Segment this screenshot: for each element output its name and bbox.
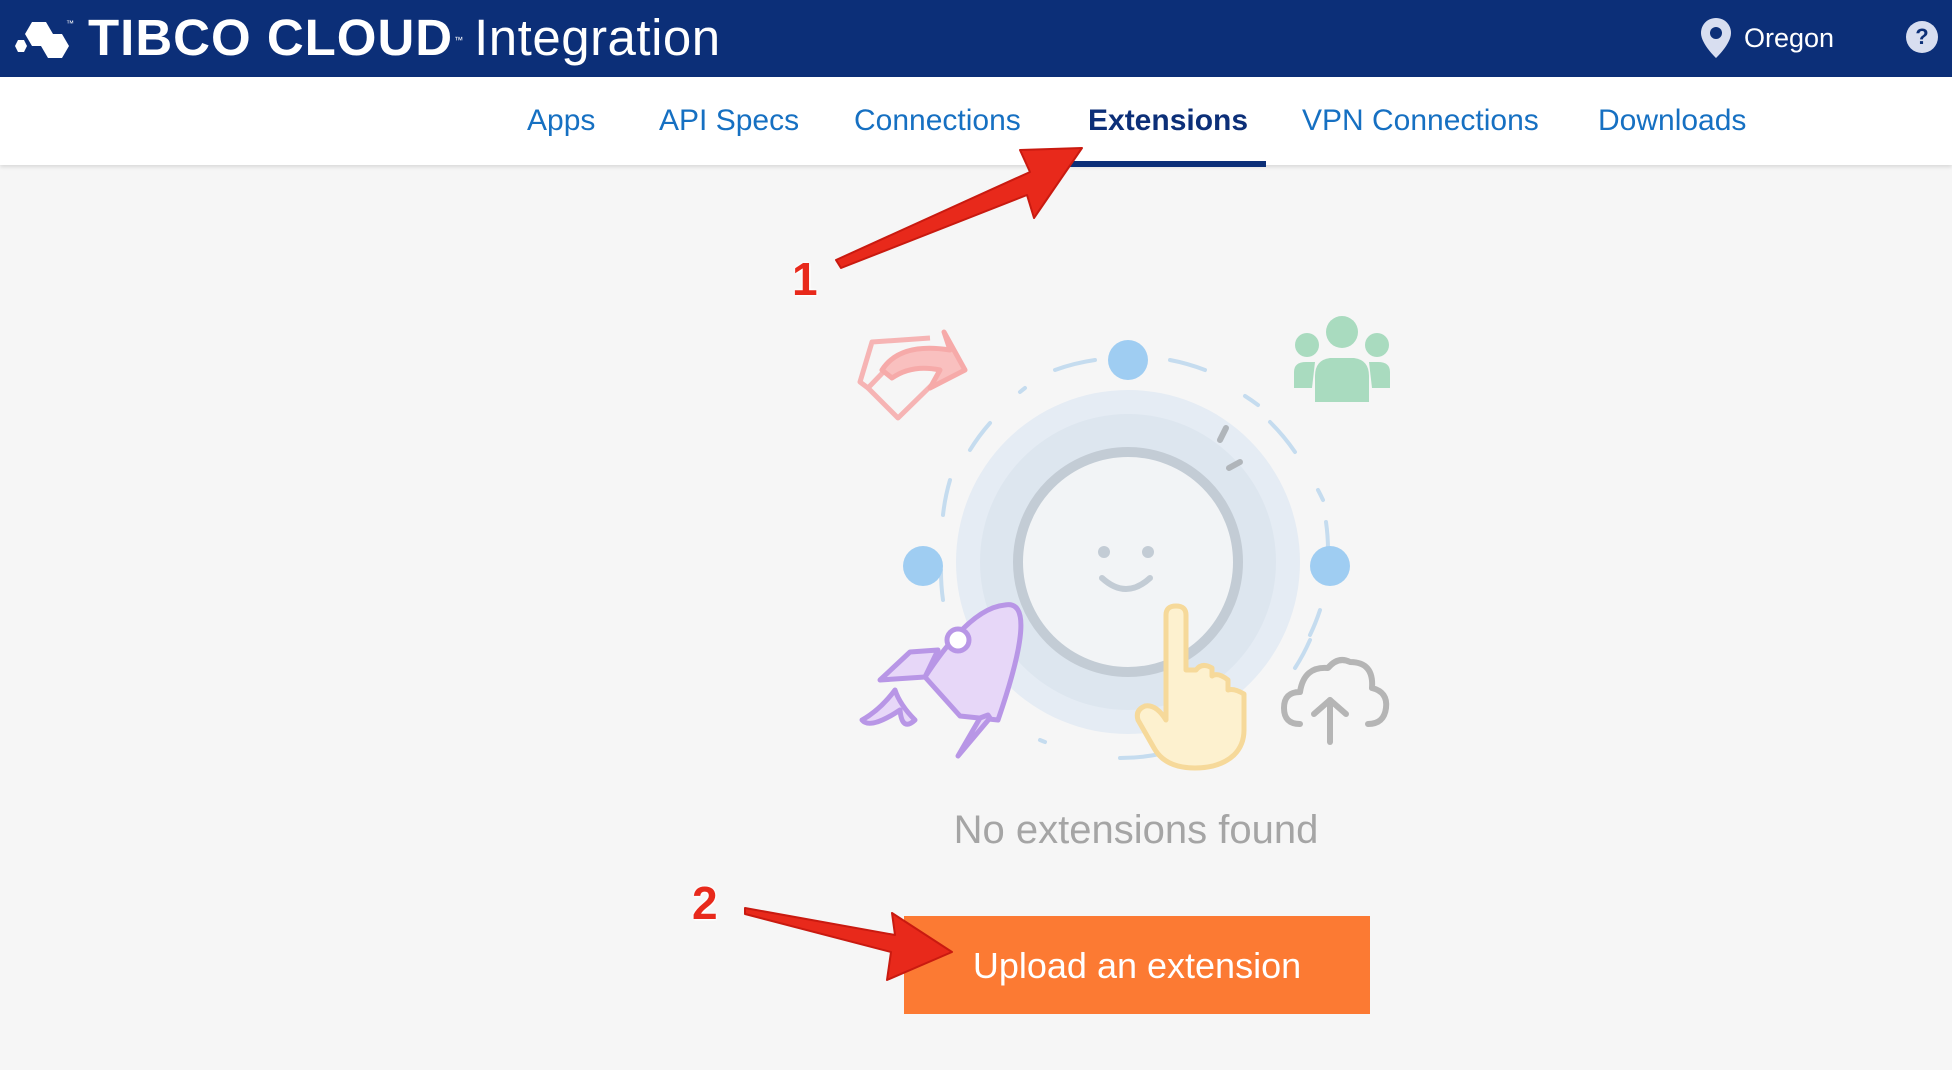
- brand-name: TIBCO CLOUD™: [88, 9, 465, 66]
- tab-vpn-connections[interactable]: VPN Connections: [1302, 77, 1539, 165]
- region-selector[interactable]: Oregon: [1700, 16, 1834, 60]
- tab-downloads[interactable]: Downloads: [1598, 77, 1746, 165]
- annotation-label-2: 2: [692, 877, 718, 929]
- tab-apps[interactable]: Apps: [527, 77, 595, 165]
- tab-api-specs[interactable]: API Specs: [659, 77, 799, 165]
- tab-connections[interactable]: Connections: [854, 77, 1021, 165]
- cloud-upload-icon: [1281, 657, 1390, 745]
- main-nav: Apps API Specs Connections Extensions VP…: [0, 77, 1952, 165]
- empty-state-message: No extensions found: [953, 808, 1319, 852]
- location-pin-icon: [1701, 18, 1731, 58]
- brand: ™ TIBCO CLOUD™ Integration: [12, 10, 721, 66]
- annotation-arrow-1: [835, 147, 1083, 269]
- orbit-dot-top: [1108, 340, 1148, 380]
- share-arrow-icon: [857, 329, 968, 421]
- tab-extensions[interactable]: Extensions: [1088, 77, 1248, 165]
- svg-text:™: ™: [66, 19, 74, 28]
- empty-state-illustration: [857, 316, 1390, 771]
- product-name: Integration: [474, 9, 721, 66]
- main-circle: [1013, 447, 1243, 677]
- annotation-label-1: 1: [792, 253, 818, 305]
- orbit-dot-right: [1310, 546, 1350, 586]
- upload-extension-button[interactable]: Upload an extension: [904, 916, 1370, 1014]
- tibco-logo-icon: ™: [15, 19, 74, 58]
- question-circle-icon[interactable]: ?: [1906, 21, 1938, 53]
- orbit-dot-left: [903, 546, 943, 586]
- top-header: ™ TIBCO CLOUD™ Integration Oregon ?: [0, 0, 1952, 77]
- trademark-symbol: ™: [454, 35, 465, 45]
- users-group-icon: [1294, 316, 1390, 402]
- region-label: Oregon: [1744, 22, 1835, 53]
- active-tab-indicator: [1065, 161, 1266, 167]
- rocket-icon: [859, 602, 1024, 759]
